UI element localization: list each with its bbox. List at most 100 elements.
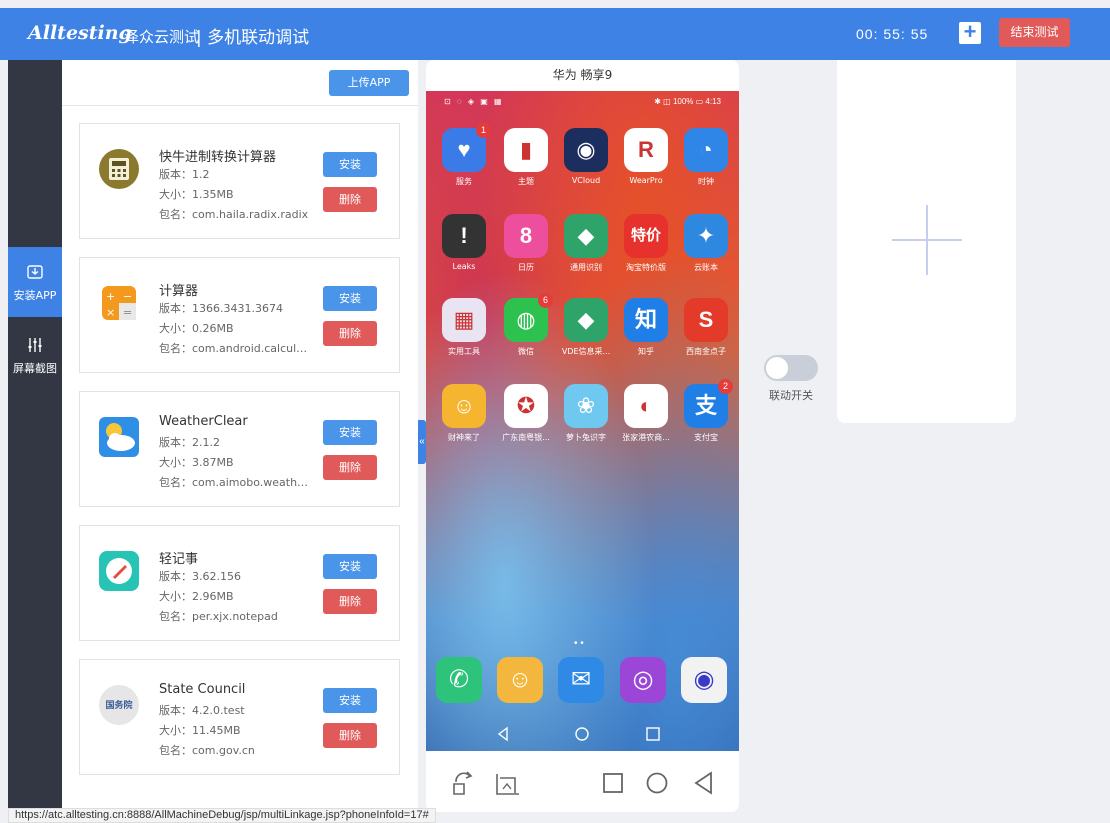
home-app[interactable]: ❀ 萝卜兔识字 xyxy=(556,384,616,443)
home-app[interactable]: ◍ 6 微信 xyxy=(496,293,556,357)
home-app[interactable]: ◐ 张家港农商... xyxy=(616,384,676,443)
home-app[interactable]: 知知乎 xyxy=(616,298,676,357)
install-button[interactable]: 安装 xyxy=(323,420,377,445)
back-icon xyxy=(497,726,508,742)
home-app[interactable]: ▮ 主题 xyxy=(496,128,556,187)
app-glyph: R xyxy=(638,137,654,162)
status-icons-right: ✱ ◫ 100% ▭ 4:13 xyxy=(654,97,721,106)
home-app[interactable]: 特价 淘宝特价版 xyxy=(616,214,676,273)
delete-button[interactable]: 删除 xyxy=(323,455,377,480)
delete-button[interactable]: 删除 xyxy=(323,589,377,614)
dock-app-browser[interactable]: ◎ xyxy=(620,657,666,703)
sidebar-item-label: 屏幕截图 xyxy=(13,362,57,375)
app-card: 快牛进制转换计算器 版本：1.2 大小：1.35MB 包名：com.haila.… xyxy=(79,123,400,239)
home-app[interactable]: S 西南金点子 xyxy=(676,298,736,357)
notepad-icon xyxy=(99,551,139,591)
home-app[interactable]: R WearPro xyxy=(616,128,676,185)
app-label: VDE信息采... xyxy=(561,347,611,356)
app-icon: ❀ xyxy=(564,384,608,428)
home-icon xyxy=(575,727,589,741)
app-label: Leaks xyxy=(452,262,476,271)
top-bar: Alltesting 泽众云测试 | 多机联动调试 00: 55: 55 + 结… xyxy=(0,8,1110,60)
app-glyph: ◆ xyxy=(577,307,595,332)
app-label: 知乎 xyxy=(638,347,654,356)
sidebar: 安装APP 屏幕截图 xyxy=(8,60,70,808)
add-device-slot[interactable] xyxy=(837,60,1016,423)
home-app[interactable]: 支 2 支付宝 xyxy=(676,379,736,443)
upload-app-button[interactable]: 上传APP xyxy=(329,70,409,96)
dock-app-contacts[interactable]: ☺ xyxy=(497,657,543,703)
app-icon: 特价 xyxy=(624,214,668,258)
app-label: 广东南粤银... xyxy=(502,433,550,442)
app-version: 版本：2.1.2 xyxy=(159,436,220,449)
dock-app-messages[interactable]: ✉ xyxy=(558,657,604,703)
home-app[interactable]: ☺ 财神来了 xyxy=(434,384,494,443)
app-list-panel: 上传APP 快牛进制转换计算器 版本：1.2 大小：1.35MB 包名：com.… xyxy=(62,60,418,808)
app-icon: ◉ xyxy=(564,128,608,172)
recents-button[interactable] xyxy=(603,773,623,793)
home-app[interactable]: ! Leaks xyxy=(434,214,494,271)
app-size: 大小：11.45MB xyxy=(159,724,241,737)
sidebar-item-label: 安装APP xyxy=(13,289,57,302)
app-glyph: ◔ xyxy=(699,137,713,162)
app-name: 快牛进制转换计算器 xyxy=(159,150,277,165)
end-test-button[interactable]: 结束测试 xyxy=(999,18,1070,47)
install-button[interactable]: 安装 xyxy=(323,152,377,177)
app-name: 轻记事 xyxy=(159,552,199,567)
app-name: WeatherClear xyxy=(159,414,248,429)
app-version: 版本：1366.3431.3674 xyxy=(159,302,283,315)
home-app[interactable]: ◆ 通用识别 xyxy=(556,214,616,273)
calc-orange-icon: + −× = xyxy=(102,286,136,320)
back-button[interactable] xyxy=(694,771,712,795)
sidebar-item-install-app[interactable]: 安装APP xyxy=(8,247,70,317)
dock-app-phone[interactable]: ✆ xyxy=(436,657,482,703)
rotate-icon[interactable] xyxy=(453,771,473,795)
home-app[interactable]: ◆ VDE信息采... xyxy=(556,298,616,357)
home-app[interactable]: ♥ 1 服务 xyxy=(434,123,494,187)
link-toggle[interactable] xyxy=(764,355,818,381)
app-label: 通用识别 xyxy=(570,263,602,272)
phone-screen[interactable]: ⊡ ◌ ◈ ▣ ▦ ✱ ◫ 100% ▭ 4:13 ♥ 1 服务 ▮ 主题 ◉ VCloud… xyxy=(426,91,739,751)
svg-text:×: × xyxy=(106,306,115,319)
sidebar-item-screenshot[interactable]: 屏幕截图 xyxy=(8,320,62,390)
home-app[interactable]: ◉ VCloud xyxy=(556,128,616,185)
dock-app-camera[interactable]: ◉ xyxy=(681,657,727,703)
phone-frame: 华为 畅享9 ⊡ ◌ ◈ ▣ ▦ ✱ ◫ 100% ▭ 4:13 ♥ 1 服务 ▮ 主题… xyxy=(426,60,739,812)
app-size: 大小：1.35MB xyxy=(159,188,234,201)
home-app[interactable]: ✪ 广东南粤银... xyxy=(496,384,556,443)
app-icon: R xyxy=(624,128,668,172)
app-package: 包名：per.xjx.notepad xyxy=(159,610,278,623)
link-toggle-label: 联动开关 xyxy=(769,389,813,402)
add-icon xyxy=(892,205,962,275)
delete-button[interactable]: 删除 xyxy=(323,723,377,748)
state-council-icon: 国务院 xyxy=(99,685,139,725)
app-icon: ◆ xyxy=(564,214,608,258)
app-label: 日历 xyxy=(518,263,534,272)
phone-controls xyxy=(453,771,712,795)
home-button[interactable] xyxy=(646,772,668,794)
page-title: | 多机联动调试 xyxy=(196,28,310,48)
state-council-icon-text: 国务院 xyxy=(105,699,132,711)
notification-badge: 6 xyxy=(538,293,553,308)
install-button[interactable]: 安装 xyxy=(323,554,377,579)
home-app[interactable]: 8 日历 xyxy=(496,214,556,273)
app-card: + − × = 计算器 版本：1366.3431.3674 大小：0.26MB 包名：… xyxy=(79,257,400,373)
app-version: 版本：3.62.156 xyxy=(159,570,241,583)
test-timer: 00: 55: 55 xyxy=(856,26,929,42)
install-button[interactable]: 安装 xyxy=(323,286,377,311)
collapse-panel-button[interactable]: « xyxy=(418,420,426,464)
home-app[interactable]: ✦ 云账本 xyxy=(676,214,736,273)
home-app[interactable]: ◔ 时钟 xyxy=(676,128,736,187)
delete-button[interactable]: 删除 xyxy=(323,187,377,212)
delete-button[interactable]: 删除 xyxy=(323,321,377,346)
add-device-button[interactable]: + xyxy=(959,21,981,44)
app-label: 云账本 xyxy=(694,263,718,272)
app-glyph: ▦ xyxy=(453,307,475,332)
app-glyph: ! xyxy=(460,223,468,248)
install-button[interactable]: 安装 xyxy=(323,688,377,713)
home-app[interactable]: ▦ 实用工具 xyxy=(434,298,494,357)
app-glyph: ❀ xyxy=(576,393,596,418)
app-size: 大小：3.87MB xyxy=(159,456,234,469)
screenshot-icon[interactable] xyxy=(496,774,519,795)
divider xyxy=(62,105,418,106)
